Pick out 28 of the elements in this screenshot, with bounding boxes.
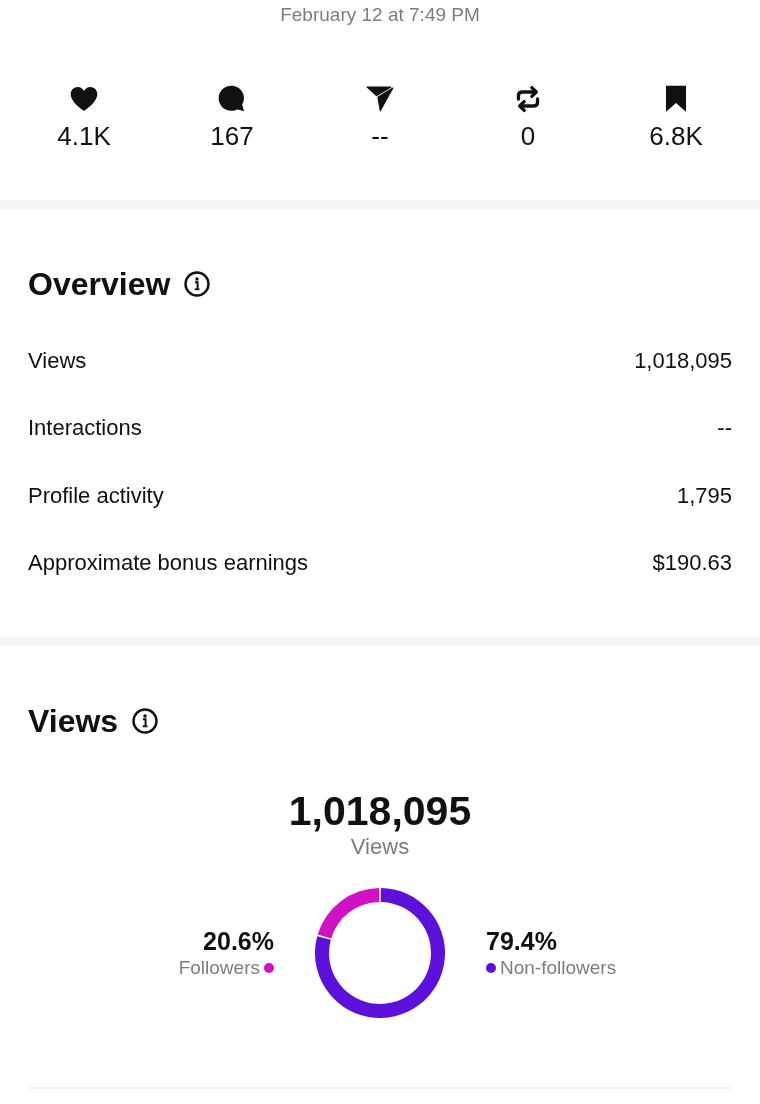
info-icon[interactable] <box>184 271 211 297</box>
total-views-caption: Views <box>350 833 410 861</box>
legend-label: Non-followers <box>500 956 617 980</box>
section-heading: Views <box>28 702 119 741</box>
metric-value: 1,795 <box>676 481 732 510</box>
section-heading: Overview <box>28 265 171 304</box>
metric-label: Approximate bonus earnings <box>28 549 309 578</box>
paper-plane-icon <box>366 85 394 113</box>
stat-count: -- <box>371 120 389 152</box>
stat-count: 6.8K <box>649 120 703 152</box>
stat-count: 167 <box>210 120 254 152</box>
metric-label: Profile activity <box>28 481 164 510</box>
metric-value: -- <box>717 414 732 443</box>
legend-label: Followers <box>178 956 260 980</box>
heart-icon <box>70 85 98 113</box>
metric-value: $190.63 <box>652 549 732 578</box>
speech-bubble-icon <box>218 85 246 113</box>
total-views: 1,018,095 <box>288 787 472 835</box>
percentage: 79.4% <box>486 926 557 956</box>
metric-label: Views <box>28 346 87 375</box>
stat-count: 4.1K <box>57 120 111 152</box>
metric-value: 1,018,095 <box>634 346 732 375</box>
percentage: 20.6% <box>203 926 274 956</box>
repost-arrows-icon <box>514 85 542 113</box>
post-date: February 12 at 7:49 PM <box>280 3 480 27</box>
info-icon[interactable] <box>132 708 159 734</box>
stat-count: 0 <box>520 120 536 152</box>
metric-label: Interactions <box>28 414 142 443</box>
